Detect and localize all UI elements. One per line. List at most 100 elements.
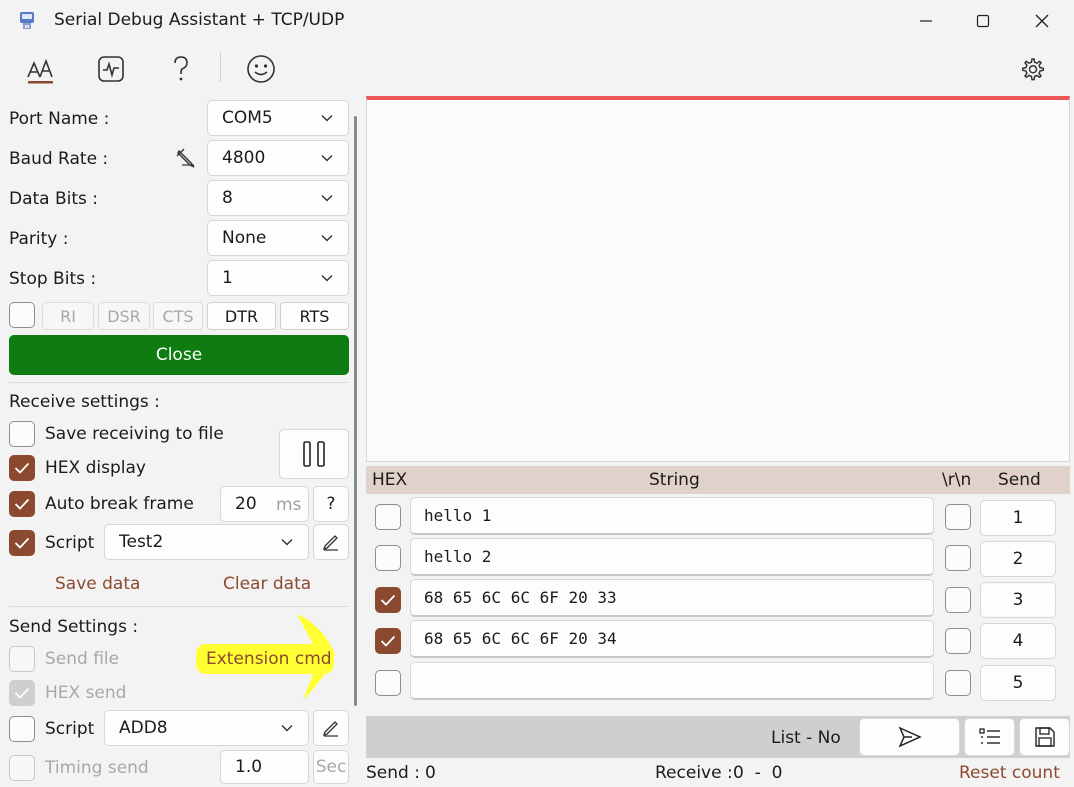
- left-panel-scrollbar[interactable]: [354, 116, 357, 706]
- signals-checkbox[interactable]: [9, 302, 35, 328]
- receive-text-area[interactable]: [366, 96, 1070, 462]
- hex-display-checkbox[interactable]: [9, 455, 35, 481]
- dtr-button[interactable]: DTR: [207, 302, 276, 330]
- stop-bits-label: Stop Bits :: [9, 269, 97, 289]
- data-bits-select[interactable]: 8: [207, 180, 349, 216]
- send-list-header: HEX String \r\n Send: [366, 466, 1070, 494]
- edit-pen-icon: [176, 148, 195, 168]
- receive-script-checkbox[interactable]: [9, 530, 35, 556]
- waveform-icon: [98, 56, 124, 82]
- baud-rate-label: Baud Rate :: [9, 149, 109, 169]
- chevron-down-icon: [321, 195, 333, 202]
- list-icon: [978, 728, 1000, 744]
- header-send: Send: [998, 470, 1041, 490]
- timing-send-checkbox[interactable]: [9, 755, 35, 781]
- smiley-button[interactable]: [239, 50, 283, 88]
- close-port-button[interactable]: Close: [9, 335, 349, 375]
- save-list-button[interactable]: [1019, 718, 1070, 756]
- pause-button[interactable]: [279, 429, 349, 479]
- save-receiving-label: Save receiving to file: [45, 424, 224, 444]
- auto-break-value: 20: [235, 494, 257, 514]
- row-3-string-input[interactable]: 68 65 6C 6C 6F 20 33: [410, 579, 934, 617]
- checkmark-icon: [380, 594, 396, 606]
- send-settings-heading: Send Settings :: [9, 617, 139, 637]
- close-window-button[interactable]: [1012, 0, 1072, 42]
- window-title: Serial Debug Assistant + TCP/UDP: [54, 10, 345, 30]
- row-3-crlf-checkbox[interactable]: [945, 587, 971, 613]
- row-1-crlf-checkbox[interactable]: [945, 504, 971, 530]
- save-data-link[interactable]: Save data: [55, 574, 140, 594]
- receive-script-select[interactable]: Test2: [104, 524, 309, 560]
- send-button[interactable]: [859, 718, 960, 756]
- maximize-button[interactable]: [953, 0, 1013, 42]
- checkmark-icon: [14, 537, 30, 549]
- baud-rate-select[interactable]: 4800: [207, 140, 349, 176]
- row-4-hex-checkbox[interactable]: [375, 628, 401, 654]
- row-5-crlf-checkbox[interactable]: [945, 670, 971, 696]
- row-4-send-button[interactable]: 4: [980, 623, 1056, 659]
- timing-send-label: Timing send: [45, 758, 149, 778]
- row-4-string-input[interactable]: 68 65 6C 6C 6F 20 34: [410, 620, 934, 658]
- row-3-send-button[interactable]: 3: [980, 582, 1056, 618]
- auto-break-help-button[interactable]: ?: [313, 486, 349, 522]
- minimize-icon: [920, 20, 932, 22]
- text-style-button[interactable]: [19, 50, 63, 88]
- list-number-label: List - No: [771, 728, 841, 748]
- receive-script-edit-button[interactable]: [313, 524, 349, 560]
- row-1-hex-checkbox[interactable]: [375, 504, 401, 530]
- auto-break-label: Auto break frame: [45, 494, 194, 514]
- help-button[interactable]: [159, 50, 203, 88]
- command-list-button[interactable]: [964, 718, 1015, 756]
- receive-count-value: 0 - 0: [733, 763, 783, 783]
- row-5-hex-checkbox[interactable]: [375, 670, 401, 696]
- parity-select[interactable]: None: [207, 220, 349, 256]
- row-2-string-input[interactable]: hello 2: [410, 538, 934, 576]
- hex-send-label: HEX send: [45, 683, 127, 703]
- save-icon: [1034, 727, 1055, 747]
- send-script-edit-button[interactable]: [313, 710, 349, 746]
- serial-port-icon: [17, 11, 37, 31]
- row-2-crlf-checkbox[interactable]: [945, 545, 971, 571]
- baud-rate-value: 4800: [222, 148, 266, 168]
- port-name-select[interactable]: COM5: [207, 100, 349, 136]
- send-file-checkbox[interactable]: [9, 646, 35, 672]
- clear-data-link[interactable]: Clear data: [223, 574, 311, 594]
- parity-label: Parity :: [9, 229, 69, 249]
- toolbar-separator: [220, 52, 221, 82]
- row-1-string-input[interactable]: hello 1: [410, 497, 934, 535]
- stop-bits-value: 1: [222, 268, 233, 288]
- row-2-hex-checkbox[interactable]: [375, 545, 401, 571]
- hex-send-checkbox[interactable]: [9, 680, 35, 706]
- receive-settings-heading: Receive settings :: [9, 392, 160, 412]
- row-5-send-button[interactable]: 5: [980, 665, 1056, 701]
- pause-icon: [303, 441, 325, 467]
- minimize-button[interactable]: [896, 0, 956, 42]
- stop-bits-select[interactable]: 1: [207, 260, 349, 296]
- chevron-down-icon: [321, 235, 333, 242]
- baud-edit-button[interactable]: [174, 146, 198, 170]
- hex-display-label: HEX display: [45, 458, 146, 478]
- checkmark-icon: [380, 635, 396, 647]
- extension-cmd-link[interactable]: Extension cmd: [206, 649, 332, 669]
- send-script-label: Script: [45, 719, 95, 739]
- waveform-button[interactable]: [89, 50, 133, 88]
- row-3-hex-checkbox[interactable]: [375, 587, 401, 613]
- rts-button[interactable]: RTS: [280, 302, 349, 330]
- auto-break-checkbox[interactable]: [9, 491, 35, 517]
- checkmark-icon: [14, 687, 30, 699]
- timing-unit: Sec: [313, 750, 349, 784]
- save-receiving-checkbox[interactable]: [9, 421, 35, 447]
- reset-count-link[interactable]: Reset count: [959, 763, 1060, 783]
- send-script-select[interactable]: ADD8: [104, 710, 309, 746]
- send-script-checkbox[interactable]: [9, 716, 35, 742]
- chevron-down-icon: [281, 725, 293, 732]
- row-2-send-button[interactable]: 2: [980, 541, 1056, 577]
- row-4-crlf-checkbox[interactable]: [945, 628, 971, 654]
- receive-script-value: Test2: [119, 532, 164, 552]
- row-1-send-button[interactable]: 1: [980, 500, 1056, 536]
- signal-ri: RI: [42, 302, 94, 330]
- timing-interval-input[interactable]: 1.0: [220, 750, 309, 784]
- row-5-string-input[interactable]: [410, 662, 934, 700]
- toolbar: [0, 42, 1074, 94]
- settings-button[interactable]: [1011, 50, 1055, 88]
